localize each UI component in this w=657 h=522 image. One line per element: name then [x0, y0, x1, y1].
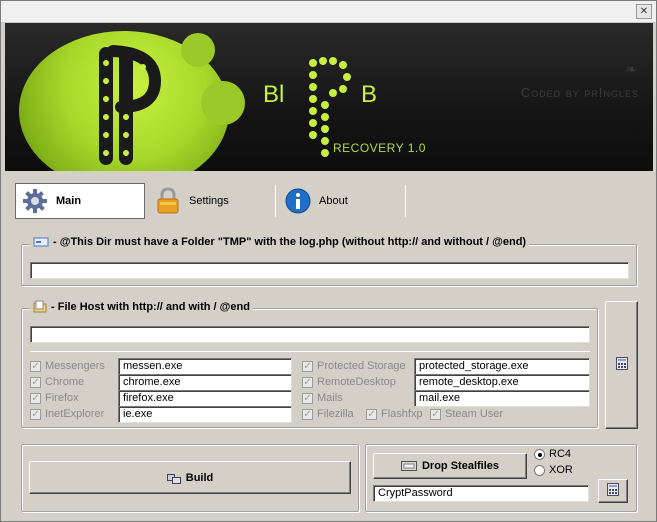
- rc4-radio[interactable]: RC4: [534, 448, 571, 460]
- app-window: ✕ Bl B RECOVERY 1.0 ❧ Coded by pr!ngles …: [0, 0, 657, 522]
- remote-desktop-checkbox[interactable]: ✓ RemoteDesktop: [302, 376, 396, 388]
- inetexplorer-checkbox[interactable]: ✓ InetExplorer: [30, 408, 104, 420]
- drop-group: Drop Stealfiles RC4 XOR CryptPassword: [365, 444, 637, 512]
- chrome-file-input[interactable]: chrome.exe: [118, 374, 292, 391]
- log-path-input[interactable]: [30, 262, 629, 279]
- tab-divider: [275, 185, 276, 217]
- logo-blob-bubble: [201, 81, 245, 125]
- tab-settings[interactable]: Settings: [149, 183, 273, 219]
- firefox-label: Firefox: [45, 392, 79, 404]
- calculator-icon: [607, 483, 619, 499]
- mails-label: Mails: [317, 392, 343, 404]
- banner-word-left: Bl: [263, 81, 285, 108]
- header-banner: Bl B RECOVERY 1.0 ❧ Coded by pr!ngles: [5, 23, 653, 171]
- remote-desktop-label: RemoteDesktop: [317, 376, 396, 388]
- filezilla-label: Filezilla: [317, 408, 354, 420]
- xor-radio[interactable]: XOR: [534, 464, 573, 476]
- drive-icon: [33, 236, 49, 248]
- protected-storage-file-input[interactable]: protected_storage.exe: [414, 358, 590, 375]
- protected-storage-label: Protected Storage: [317, 360, 406, 372]
- tab-main[interactable]: Main: [15, 183, 145, 219]
- steam-user-label: Steam User: [445, 408, 504, 420]
- inetexplorer-label: InetExplorer: [45, 408, 105, 420]
- build-label: Build: [185, 471, 214, 484]
- file-host-group-label: - File Host with http:// and with / @end: [51, 301, 250, 313]
- tab-about[interactable]: About: [279, 183, 403, 219]
- banner-word-right: B: [361, 81, 378, 108]
- close-button[interactable]: ✕: [636, 4, 652, 19]
- file-host-group-title: - File Host with http:// and with / @end: [30, 300, 253, 314]
- logo-blob-bubble: [181, 33, 215, 67]
- drop-stealfiles-button[interactable]: Drop Stealfiles: [373, 453, 527, 479]
- steam-user-checkbox[interactable]: ✓ Steam User: [430, 408, 503, 420]
- version-label: RECOVERY 1.0: [333, 141, 426, 155]
- protected-storage-checkbox[interactable]: ✓ Protected Storage: [302, 360, 406, 372]
- tab-bar: Main Settings About: [15, 183, 415, 219]
- info-icon: [285, 188, 311, 214]
- log-path-group: - @This Dir must have a Folder "TMP" wit…: [21, 236, 637, 286]
- logo-p-icon: [99, 45, 162, 165]
- filezilla-checkbox[interactable]: ✓ Filezilla: [302, 408, 354, 420]
- drop-stealfiles-label: Drop Stealfiles: [421, 460, 500, 472]
- chrome-label: Chrome: [45, 376, 85, 388]
- lock-icon: [155, 187, 181, 214]
- firefox-file-input[interactable]: firefox.exe: [118, 390, 292, 407]
- remote-desktop-file-input[interactable]: remote_desktop.exe: [414, 374, 590, 391]
- messengers-label: Messengers: [45, 360, 105, 372]
- inetexplorer-file-input[interactable]: ie.exe: [118, 406, 292, 423]
- crypt-password-input[interactable]: CryptPassword: [373, 485, 589, 502]
- tab-divider: [405, 185, 406, 217]
- file-host-input[interactable]: [30, 326, 590, 343]
- flashfxp-label: Flashfxp: [381, 408, 423, 420]
- password-calculator-button[interactable]: [598, 479, 628, 503]
- mails-file-input[interactable]: mail.exe: [414, 390, 590, 407]
- tab-settings-label: Settings: [189, 195, 229, 207]
- log-path-group-title: - @This Dir must have a Folder "TMP" wit…: [30, 236, 530, 248]
- calculator-icon: [615, 357, 628, 373]
- title-bar: ✕: [1, 1, 656, 23]
- calculator-button[interactable]: [605, 301, 638, 429]
- messengers-file-input[interactable]: messen.exe: [118, 358, 292, 375]
- chrome-checkbox[interactable]: ✓ Chrome: [30, 376, 84, 388]
- mails-checkbox[interactable]: ✓ Mails: [302, 392, 343, 404]
- gear-icon: [22, 188, 48, 214]
- file-host-group: - File Host with http:// and with / @end…: [21, 300, 598, 428]
- build-icon: [166, 472, 181, 484]
- group-divider: [30, 351, 590, 352]
- xor-label: XOR: [549, 464, 573, 476]
- build-button[interactable]: Build: [29, 461, 351, 494]
- firefox-checkbox[interactable]: ✓ Firefox: [30, 392, 79, 404]
- paw-icon: ❧: [625, 61, 637, 77]
- credit-label: Coded by pr!ngles: [520, 85, 639, 100]
- rc4-label: RC4: [549, 448, 572, 460]
- log-path-group-label: - @This Dir must have a Folder "TMP" wit…: [53, 236, 527, 248]
- tab-about-label: About: [319, 195, 348, 207]
- tab-main-label: Main: [56, 195, 82, 207]
- folder-icon: [33, 300, 47, 314]
- drop-icon: [400, 460, 417, 472]
- flashfxp-checkbox[interactable]: ✓ Flashfxp: [366, 408, 423, 420]
- messengers-checkbox[interactable]: ✓ Messengers: [30, 360, 105, 372]
- build-group: Build: [21, 444, 359, 512]
